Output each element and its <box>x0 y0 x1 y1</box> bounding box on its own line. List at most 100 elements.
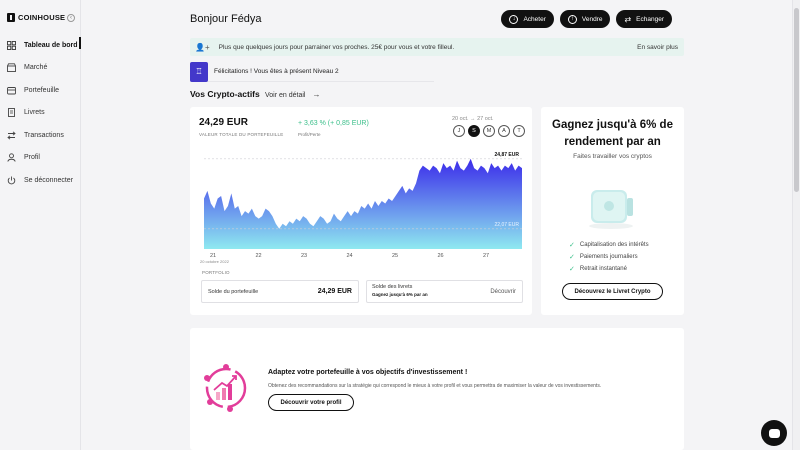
collapse-sidebar-icon[interactable]: ‹ <box>67 14 75 22</box>
chart-max-label: 24,87 EUR <box>495 152 520 158</box>
arrow-right-icon: → <box>312 90 321 99</box>
medal-icon: ♖ <box>190 61 208 82</box>
performance-value: + 3,63 % (+ 0,85 EUR) <box>298 120 369 127</box>
scrollbar-thumb[interactable] <box>794 8 799 192</box>
coinhouse-logo-icon <box>7 13 15 22</box>
chart-min-label: 22,07 EUR <box>495 222 520 228</box>
exchange-button-label: Echanger <box>636 15 664 23</box>
x-tick-label: 25 <box>392 253 398 259</box>
portfolio-chart[interactable]: 24,87 EUR22,07 EUR21 22 23 24 25 26 2720 octob… <box>196 147 526 265</box>
chat-support-button[interactable] <box>761 420 787 446</box>
sell-button[interactable]: ↑ Vendre <box>559 10 611 28</box>
sidebar-nav: Tableau de bord Marché Portefeuille Livr… <box>0 34 81 192</box>
sidebar-item-label: Livrets <box>24 109 45 117</box>
portfolio-balance-box-value: 24,29 EUR <box>317 288 352 295</box>
see-detail-label: Voir en détail <box>265 92 306 99</box>
sidebar-item-label: Se déconnecter <box>24 176 74 184</box>
exchange-button[interactable]: ⇄ Echanger <box>616 10 672 28</box>
discover-livrets-link[interactable]: Découvrir <box>490 289 516 295</box>
x-tick-label: 24 <box>346 253 352 259</box>
investor-profile-card: Adaptez votre portefeuille à vos objecti… <box>190 328 684 450</box>
add-user-icon: 👤+ <box>195 42 210 52</box>
period-year[interactable]: A <box>498 125 510 137</box>
discover-profile-button[interactable]: Découvrir votre profil <box>268 394 354 411</box>
sidebar-item-logout[interactable]: Se déconnecter <box>0 169 81 192</box>
buy-icon: ↓ <box>509 14 519 24</box>
crypto-card: 24,29 EUR VALEUR TOTALE DU PORTEFEUILLE … <box>190 107 532 315</box>
exchange-icon: ⇄ <box>624 14 632 24</box>
sidebar-item-transactions[interactable]: Transactions <box>0 124 81 147</box>
date-range: 20 oct. → 27 oct. <box>452 116 494 122</box>
referral-text: Plus que quelques jours pour parrainer v… <box>218 43 455 51</box>
page-scrollbar[interactable] <box>792 0 800 450</box>
sidebar-item-label: Transactions <box>24 131 64 139</box>
period-selector: J S M A T <box>453 125 525 137</box>
buy-button-label: Acheter <box>523 15 546 23</box>
feature-text: Paiements journaliers <box>579 254 638 260</box>
main-content: Bonjour Fédya ↓ Acheter ↑ Vendre ⇄ Echan… <box>81 0 800 450</box>
referral-banner: 👤+ Plus que quelques jours pour parraine… <box>190 38 684 56</box>
discover-livret-button[interactable]: Découvrez le Livret Crypto <box>562 283 663 300</box>
promo-subtitle: Faites travailler vos cryptos <box>573 153 652 160</box>
sell-button-label: Vendre <box>581 15 603 23</box>
brand-name: COINHOUSE <box>18 13 66 22</box>
sidebar-item-wallet[interactable]: Portefeuille <box>0 79 81 102</box>
livret-promo-card: Gagnez jusqu'à 6% de rendement par an Fa… <box>541 107 684 315</box>
performance-label: Profit/Perte <box>298 132 321 137</box>
sidebar-item-dashboard[interactable]: Tableau de bord <box>0 34 81 57</box>
header-actions: ↓ Acheter ↑ Vendre ⇄ Echanger <box>501 10 672 28</box>
period-week[interactable]: S <box>468 125 480 137</box>
profile-card-description: Obtenez des recommandations sur la strat… <box>268 383 602 389</box>
sell-icon: ↑ <box>567 14 577 24</box>
booklet-icon <box>7 108 16 118</box>
portfolio-balance-label: VALEUR TOTALE DU PORTEFEUILLE <box>199 132 284 137</box>
check-icon: ✓ <box>569 266 575 273</box>
sidebar-item-label: Profil <box>24 154 40 162</box>
page-title: Bonjour Fédya <box>190 13 262 25</box>
period-month[interactable]: M <box>483 125 495 137</box>
chat-bubble-icon <box>768 428 780 438</box>
learn-more-link[interactable]: En savoir plus <box>637 44 678 51</box>
sidebar-item-profile[interactable]: Profil <box>0 147 81 170</box>
feature-item: ✓ Retrait instantané <box>569 263 649 275</box>
x-tick-label: 23 <box>301 253 307 259</box>
sidebar: COINHOUSE ‹ Tableau de bord Marché Porte… <box>0 0 81 450</box>
see-detail-link[interactable]: Voir en détail → <box>265 90 320 99</box>
period-all[interactable]: T <box>513 125 525 137</box>
portfolio-balance: 24,29 EUR <box>199 117 248 128</box>
market-icon <box>7 63 16 73</box>
crypto-section-title: Vos Crypto-actifs <box>190 89 260 99</box>
transactions-icon <box>7 131 16 140</box>
sidebar-item-label: Tableau de bord <box>24 41 78 49</box>
logout-icon <box>7 176 16 185</box>
safe-illustration <box>589 190 633 229</box>
x-axis-date-label: 20 octobre 2022 <box>200 259 230 264</box>
user-icon <box>7 153 16 162</box>
chart-area-series <box>204 158 522 249</box>
feature-item: ✓ Capitalisation des intérêts <box>569 239 649 251</box>
sidebar-item-label: Portefeuille <box>24 86 60 94</box>
livrets-balance-box[interactable]: Solde des livrets Gagnez jusqu'à 6% par … <box>366 280 523 303</box>
x-tick-label: 22 <box>255 253 261 259</box>
brand-logo[interactable]: COINHOUSE <box>7 13 65 22</box>
promo-title: Gagnez jusqu'à 6% de rendement par an <box>552 119 673 148</box>
period-day[interactable]: J <box>453 125 465 137</box>
feature-text: Retrait instantané <box>579 266 627 272</box>
sidebar-item-livrets[interactable]: Livrets <box>0 102 81 125</box>
dashboard-icon <box>7 40 16 50</box>
x-tick-label: 27 <box>483 253 489 259</box>
level-text: Félicitations ! Vous êtes à présent Nive… <box>214 68 339 75</box>
promo-feature-list: ✓ Capitalisation des intérêts ✓ Paiements … <box>569 239 649 275</box>
feature-item: ✓ Paiements journaliers <box>569 251 649 263</box>
x-tick-label: 26 <box>437 253 443 259</box>
sidebar-item-market[interactable]: Marché <box>0 57 81 80</box>
check-icon: ✓ <box>569 254 575 261</box>
feature-text: Capitalisation des intérêts <box>579 242 649 248</box>
profile-card-title: Adaptez votre portefeuille à vos objecti… <box>268 369 468 376</box>
portfolio-section-label: PORTFOLIO <box>202 270 230 275</box>
check-icon: ✓ <box>569 242 575 249</box>
sidebar-item-label: Marché <box>24 64 48 72</box>
level-notice: ♖ Félicitations ! Vous êtes à présent Ni… <box>190 61 434 82</box>
buy-button[interactable]: ↓ Acheter <box>501 10 554 28</box>
portfolio-balance-box: Solde du portefeuille 24,29 EUR <box>201 280 359 303</box>
